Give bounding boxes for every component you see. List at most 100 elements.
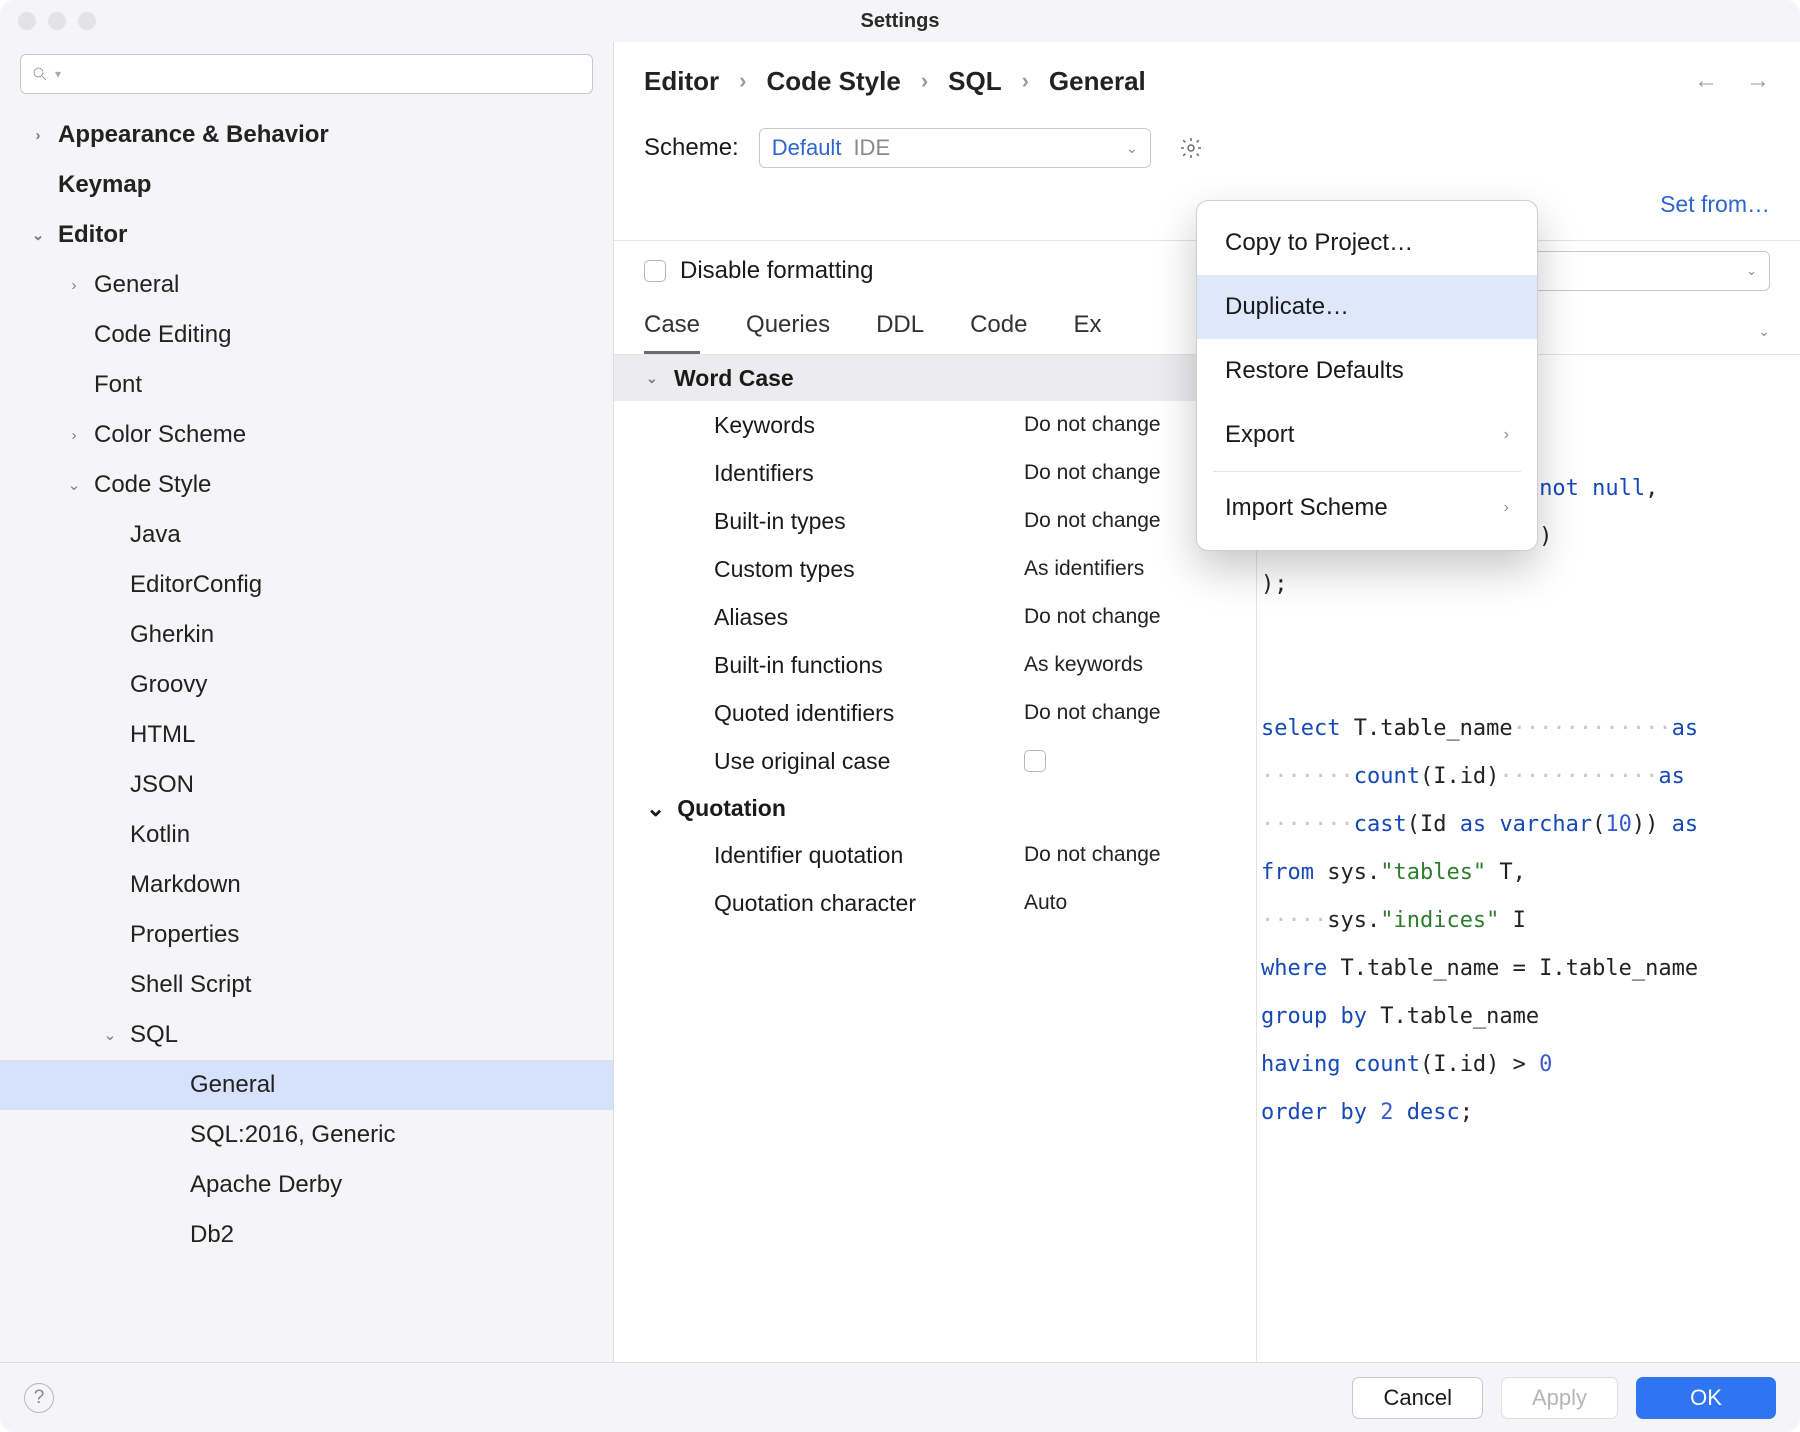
preview-text: I (1499, 908, 1526, 933)
preview-text: as (1658, 764, 1685, 789)
sidebar-item-java[interactable]: ›Java (0, 510, 613, 560)
sidebar-item-gherkin[interactable]: ›Gherkin (0, 610, 613, 660)
ok-button[interactable]: OK (1636, 1377, 1776, 1419)
tab-ddl[interactable]: DDL (876, 311, 924, 354)
crumb-1[interactable]: Code Style (766, 66, 900, 97)
setting-row-identifiers[interactable]: IdentifiersDo not change (614, 449, 1256, 497)
settings-tree[interactable]: ›Appearance & Behavior›Keymap⌄Editor›Gen… (0, 104, 613, 1362)
preview-text: , (1645, 476, 1658, 501)
sidebar: ▾ ›Appearance & Behavior›Keymap⌄Editor›G… (0, 42, 614, 1362)
setting-row-keywords[interactable]: KeywordsDo not change (614, 401, 1256, 449)
sidebar-item-keymap[interactable]: ›Keymap (0, 160, 613, 210)
sidebar-item-properties[interactable]: ›Properties (0, 910, 613, 960)
preview-text: T.table_name = I.table_name (1340, 956, 1698, 981)
sidebar-item-color-scheme[interactable]: ›Color Scheme (0, 410, 613, 460)
menu-item-import-scheme[interactable]: Import Scheme› (1197, 476, 1537, 540)
sidebar-item-font[interactable]: ›Font (0, 360, 613, 410)
sidebar-item-sql[interactable]: ⌄SQL (0, 1010, 613, 1060)
group-word-case[interactable]: ⌄ Word Case (614, 355, 1256, 401)
tab-queries[interactable]: Queries (746, 311, 830, 354)
gear-icon (1179, 136, 1203, 160)
preview-text: sys. (1327, 860, 1380, 885)
tabs-overflow-icon[interactable]: ⌄ (1758, 323, 1770, 340)
chevron-down-icon: ⌄ (1746, 263, 1757, 279)
nav-back-icon[interactable]: ← (1694, 67, 1718, 95)
sidebar-item-groovy[interactable]: ›Groovy (0, 660, 613, 710)
group-quotation[interactable]: ⌄ Quotation (614, 785, 1256, 831)
setting-row-quoted-identifiers[interactable]: Quoted identifiersDo not change (614, 689, 1256, 737)
preview-text: as (1672, 812, 1699, 837)
setting-label: Quoted identifiers (714, 700, 1024, 727)
setting-value: Do not change (1024, 701, 1161, 725)
chevron-right-icon: › (64, 277, 84, 294)
menu-item-copy-to-project-[interactable]: Copy to Project… (1197, 211, 1537, 275)
sidebar-item-code-editing[interactable]: ›Code Editing (0, 310, 613, 360)
scheme-select[interactable]: Default IDE ⌄ (759, 128, 1151, 168)
sidebar-item-shell-script[interactable]: ›Shell Script (0, 960, 613, 1010)
chevron-down-icon: ⌄ (100, 1026, 120, 1044)
menu-item-restore-defaults[interactable]: Restore Defaults (1197, 339, 1537, 403)
menu-item-duplicate-[interactable]: Duplicate… (1197, 275, 1537, 339)
preview-text: sys. (1327, 908, 1380, 933)
sidebar-item-markdown[interactable]: ›Markdown (0, 860, 613, 910)
sidebar-item-label: Apache Derby (190, 1171, 342, 1199)
tab-code[interactable]: Code (970, 311, 1027, 354)
sidebar-item-general[interactable]: ›General (0, 1060, 613, 1110)
disable-formatting-checkbox[interactable] (644, 260, 666, 282)
disable-formatting-label: Disable formatting (680, 257, 873, 285)
sidebar-item-code-style[interactable]: ⌄Code Style (0, 460, 613, 510)
tab-expressions[interactable]: Ex (1073, 311, 1101, 354)
setting-label: Quotation character (714, 890, 1024, 917)
sidebar-item-label: JSON (130, 771, 194, 799)
setting-label: Built-in types (714, 508, 1024, 535)
preview-text: order by (1261, 1100, 1380, 1125)
scheme-row: Scheme: Default IDE ⌄ (614, 120, 1800, 176)
search-icon (31, 65, 49, 83)
setting-row-identifier-quotation[interactable]: Identifier quotationDo not change (614, 831, 1256, 879)
sidebar-item-label: EditorConfig (130, 571, 262, 599)
sidebar-item-db2[interactable]: ›Db2 (0, 1210, 613, 1260)
setting-row-built-in-functions[interactable]: Built-in functionsAs keywords (614, 641, 1256, 689)
help-button[interactable]: ? (24, 1383, 54, 1413)
set-from-link[interactable]: Set from… (1660, 191, 1770, 218)
setting-row-aliases[interactable]: AliasesDo not change (614, 593, 1256, 641)
sidebar-item-appearance-behavior[interactable]: ›Appearance & Behavior (0, 110, 613, 160)
preview-text: 10 (1605, 812, 1632, 837)
sidebar-item-editor[interactable]: ⌄Editor (0, 210, 613, 260)
setting-row-use-original-case[interactable]: Use original case (614, 737, 1256, 785)
search-input[interactable]: ▾ (20, 54, 593, 94)
menu-item-label: Duplicate… (1225, 293, 1349, 321)
crumb-2[interactable]: SQL (948, 66, 1001, 97)
setting-row-custom-types[interactable]: Custom typesAs identifiers (614, 545, 1256, 593)
nav-forward-icon[interactable]: → (1746, 67, 1770, 95)
group-title: Word Case (674, 365, 794, 392)
scheme-label: Scheme: (644, 134, 739, 162)
use-original-case-checkbox[interactable] (1024, 750, 1046, 772)
sidebar-item-label: Gherkin (130, 621, 214, 649)
apply-button[interactable]: Apply (1501, 1377, 1618, 1419)
crumb-0[interactable]: Editor (644, 66, 719, 97)
sidebar-item-html[interactable]: ›HTML (0, 710, 613, 760)
sidebar-item-kotlin[interactable]: ›Kotlin (0, 810, 613, 860)
sidebar-item-json[interactable]: ›JSON (0, 760, 613, 810)
menu-item-export[interactable]: Export› (1197, 403, 1537, 467)
preview-text: as (1672, 716, 1699, 741)
setting-row-built-in-types[interactable]: Built-in typesDo not change (614, 497, 1256, 545)
sidebar-item-label: Code Style (94, 471, 211, 499)
preview-text: (Id (1407, 812, 1460, 837)
whitespace-dots: ············ (1499, 764, 1658, 789)
sidebar-item-label: Shell Script (130, 971, 251, 999)
preview-text: 2 (1380, 1100, 1407, 1125)
setting-row-quotation-character[interactable]: Quotation characterAuto (614, 879, 1256, 927)
crumb-3[interactable]: General (1049, 66, 1146, 97)
scheme-actions-button[interactable] (1171, 128, 1211, 168)
tab-case[interactable]: Case (644, 311, 700, 354)
preview-text: cast (1354, 812, 1407, 837)
chevron-right-icon: › (64, 427, 84, 444)
sidebar-item-apache-derby[interactable]: ›Apache Derby (0, 1160, 613, 1210)
sidebar-item-sql-2016-generic[interactable]: ›SQL:2016, Generic (0, 1110, 613, 1160)
sidebar-item-general[interactable]: ›General (0, 260, 613, 310)
sidebar-item-editorconfig[interactable]: ›EditorConfig (0, 560, 613, 610)
cancel-button[interactable]: Cancel (1352, 1377, 1482, 1419)
settings-window: Settings ▾ ›Appearance & Behavior›Keymap… (0, 0, 1800, 1432)
